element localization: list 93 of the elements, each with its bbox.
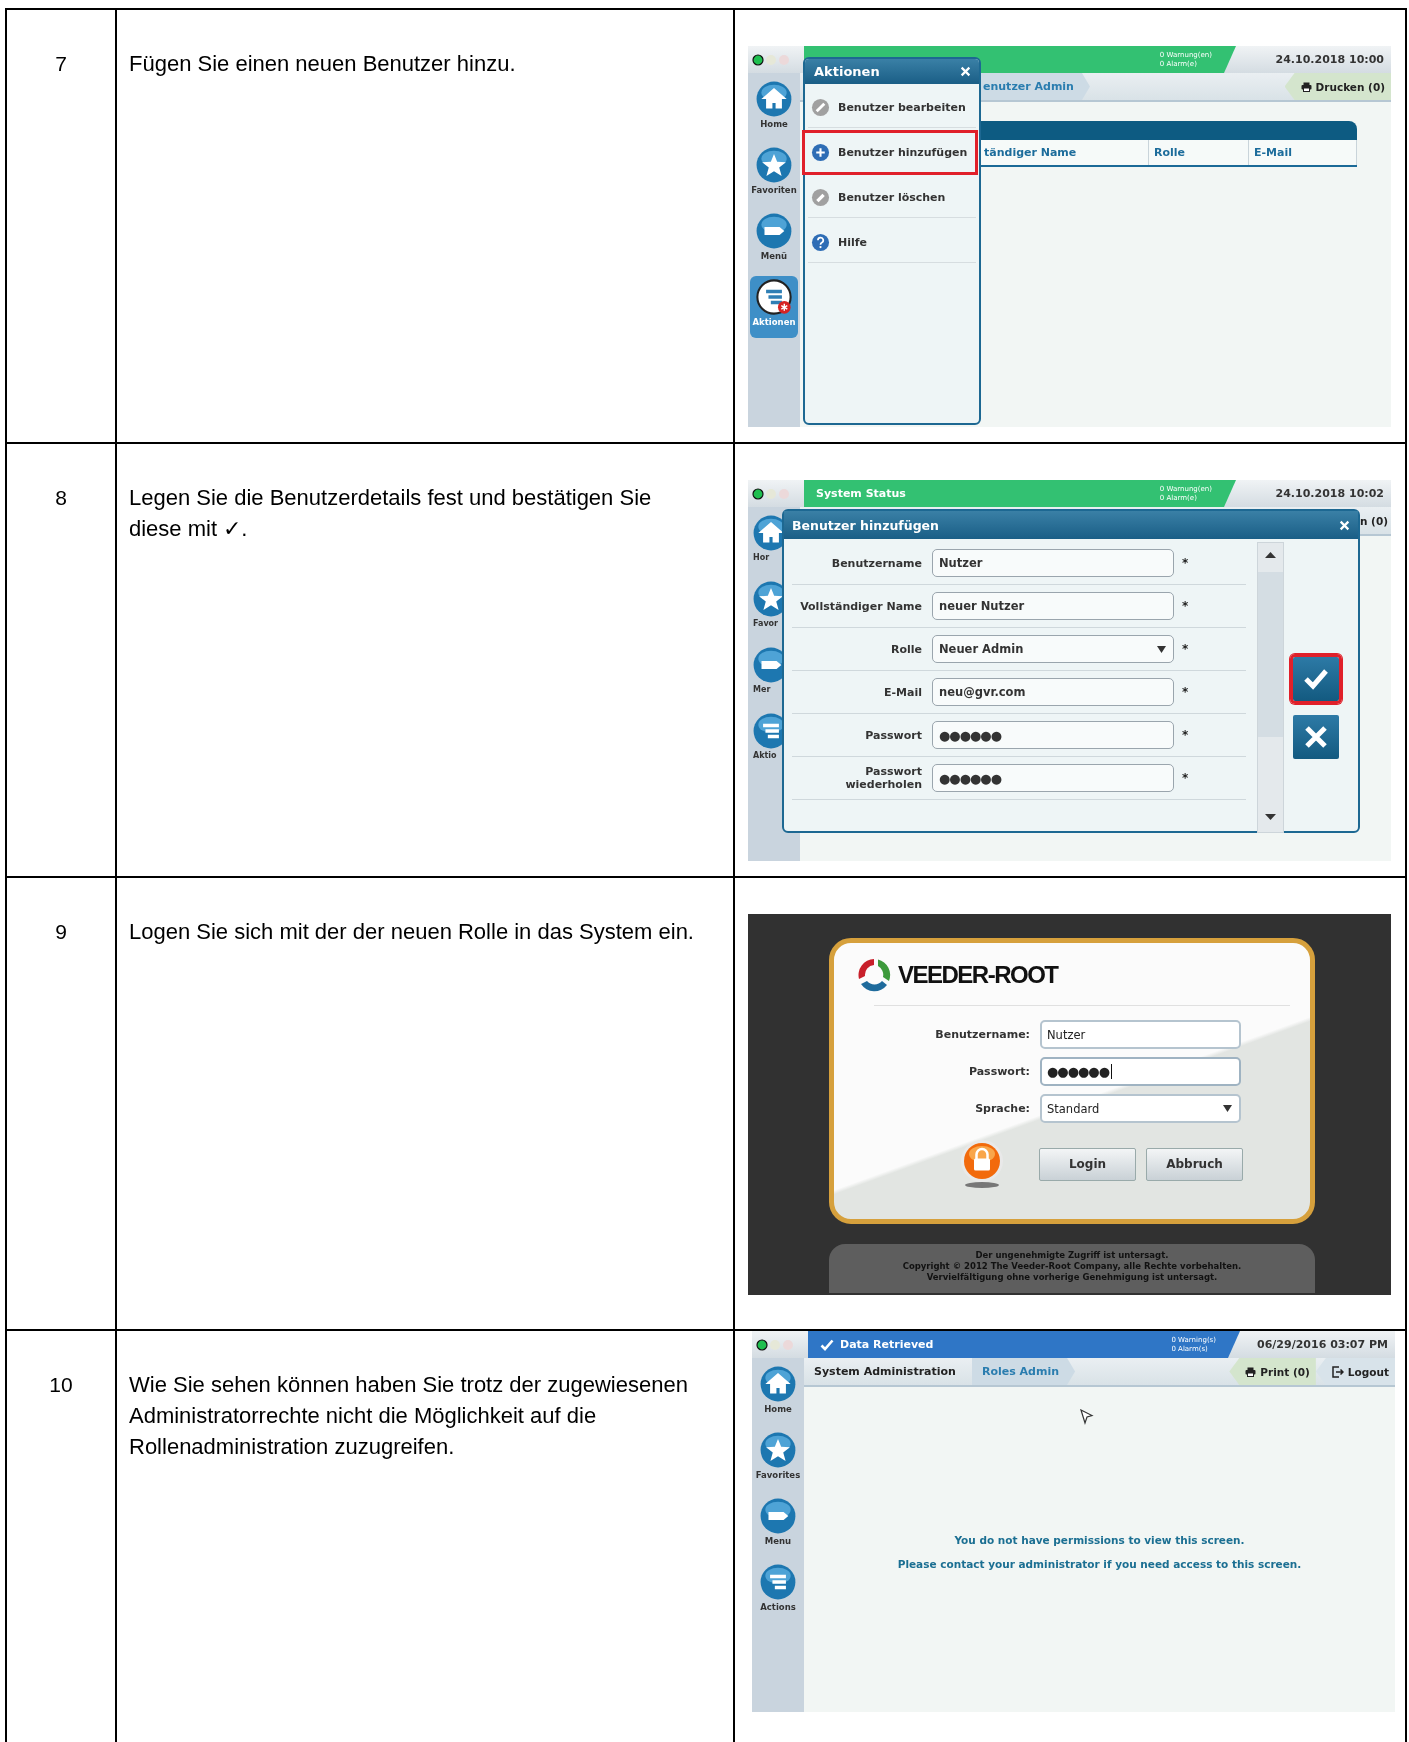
status-title: System Status	[816, 487, 907, 500]
text-cursor	[1111, 1064, 1113, 1079]
instruction-text: Logen Sie sich mit der der neuen Rolle in das System ein.	[128, 918, 695, 946]
field-label: Passwort:	[967, 1065, 1031, 1078]
step-number: 10	[48, 1372, 74, 1398]
password-field[interactable]: ●●●●●●	[1040, 1057, 1241, 1086]
check-icon	[820, 1338, 834, 1351]
cancel-button[interactable]	[1290, 712, 1342, 762]
notice-text: Vervielfältigung ohne vorherige Genehmigung ist untersagt.	[925, 1272, 1219, 1283]
required-mark: *	[1182, 642, 1189, 656]
breadcrumb[interactable]: System Administration	[804, 1358, 972, 1385]
column-header[interactable]: Rolle	[1149, 140, 1249, 165]
field-label: Passwort	[864, 728, 923, 742]
status-lights-icon	[756, 1338, 796, 1351]
date-time: 24.10.2018 10:00	[1275, 53, 1384, 66]
tag-icon	[759, 1497, 797, 1535]
input-field[interactable]: neu@gvr.com	[932, 678, 1174, 706]
sidebar-item[interactable]: Menü	[750, 210, 798, 272]
column-header[interactable]: E-Mail	[1249, 140, 1357, 165]
close-icon	[1304, 725, 1328, 749]
home-icon	[759, 1365, 797, 1403]
instruction-text: Legen Sie die Benutzerdetails fest und bestätigen Sie diese mit ✓.	[128, 484, 653, 543]
close-icon[interactable]	[1339, 519, 1350, 531]
field-label: Vollständiger Name	[799, 599, 923, 613]
password-field[interactable]: ●●●●●●	[932, 764, 1174, 792]
check-icon	[1303, 668, 1329, 690]
menu-option[interactable]: Benutzer hinzufügen	[804, 132, 976, 173]
scrollbar[interactable]	[1257, 542, 1284, 833]
sidebar-item[interactable]: Home	[750, 78, 798, 140]
logout-icon	[1331, 1365, 1344, 1378]
print-button[interactable]: Drucken (0)	[1284, 73, 1391, 100]
instruction-text: Fügen Sie einen neuen Benutzer hinzu.	[128, 50, 517, 78]
logo-text: VEEDER-ROOT	[898, 961, 1058, 989]
sidebar-item[interactable]: Home	[754, 1363, 802, 1425]
instruction-text: Wie Sie sehen können haben Sie trotz der zugewiesenen Administratorrechte nicht die Möglichkeit auf die Rollenadministration zuzugreifen.	[128, 1371, 689, 1461]
dropdown[interactable]: Standard	[1040, 1094, 1241, 1123]
status-lights-icon	[752, 53, 792, 66]
print-button[interactable]: n (0)	[1356, 507, 1391, 534]
input-field[interactable]: Nutzer	[1040, 1020, 1241, 1049]
sidebar-item[interactable]: Aktionen	[750, 276, 798, 338]
confirm-button[interactable]	[1290, 654, 1342, 704]
list-icon	[755, 278, 793, 316]
status-lights-icon	[752, 487, 792, 500]
login-button[interactable]: Abbruch	[1146, 1147, 1243, 1181]
required-mark: *	[1182, 685, 1189, 699]
menu-option[interactable]: Hilfe	[808, 222, 976, 263]
date-time: 24.10.2018 10:02	[1275, 487, 1384, 500]
printer-icon	[1245, 1366, 1257, 1377]
sidebar-item[interactable]: Favorites	[754, 1429, 802, 1491]
field-label: E-Mail	[883, 685, 923, 699]
menu-option[interactable]: Benutzer löschen	[808, 177, 976, 218]
status-title: Data Retrieved	[840, 1338, 935, 1351]
step-number: 7	[54, 51, 68, 77]
pencil-icon	[811, 97, 830, 117]
field-label: Benutzername:	[934, 1028, 1031, 1041]
dialog-title: Benutzer hinzufügen	[792, 517, 939, 533]
date-time: 06/29/2016 03:07 PM	[1257, 1338, 1388, 1351]
caret-icon	[1157, 645, 1166, 653]
menu-option[interactable]: Benutzer bearbeiten	[808, 87, 976, 128]
step-number: 9	[54, 919, 68, 945]
caret-icon	[1223, 1105, 1232, 1112]
sidebar-item[interactable]: Actions	[754, 1561, 802, 1623]
required-mark: *	[1182, 771, 1189, 785]
field-label: Passwort wiederholen	[844, 765, 923, 791]
dropdown[interactable]: Neuer Admin	[932, 635, 1174, 663]
required-mark: *	[1182, 599, 1189, 613]
tag-icon	[755, 212, 793, 250]
message-text: Please contact your administrator if you need access to this screen.	[896, 1558, 1303, 1570]
message-text: You do not have permissions to view this screen.	[953, 1534, 1246, 1546]
home-icon	[755, 80, 793, 118]
field-label: Sprache:	[974, 1102, 1031, 1115]
list-icon	[759, 1563, 797, 1601]
lock-icon	[959, 1139, 1005, 1189]
input-field[interactable]: Nutzer	[932, 549, 1174, 577]
printer-icon	[1300, 81, 1312, 92]
password-field[interactable]: ●●●●●●	[932, 721, 1174, 749]
sidebar-item[interactable]: Menu	[754, 1495, 802, 1557]
notice-text: Copyright © 2012 The Veeder-Root Company, alle Rechte vorbehalten.	[901, 1261, 1243, 1272]
add-icon	[811, 142, 830, 162]
help-icon	[811, 232, 830, 252]
step-number: 8	[54, 485, 68, 511]
print-button[interactable]: Print (0)	[1229, 1358, 1316, 1385]
login-button[interactable]: Login	[1039, 1147, 1136, 1181]
close-icon[interactable]	[960, 66, 971, 77]
required-mark: *	[1182, 728, 1189, 742]
field-label: Rolle	[889, 642, 923, 656]
field-label: Benutzername	[830, 556, 923, 570]
input-field[interactable]: neuer Nutzer	[932, 592, 1174, 620]
sidebar-item[interactable]: Favoriten	[750, 144, 798, 206]
required-mark: *	[1182, 556, 1189, 570]
eraser-icon	[811, 187, 830, 207]
menu-title: Aktionen	[814, 64, 880, 79]
notice-text: Der ungenehmigte Zugriff ist untersagt.	[974, 1250, 1170, 1261]
